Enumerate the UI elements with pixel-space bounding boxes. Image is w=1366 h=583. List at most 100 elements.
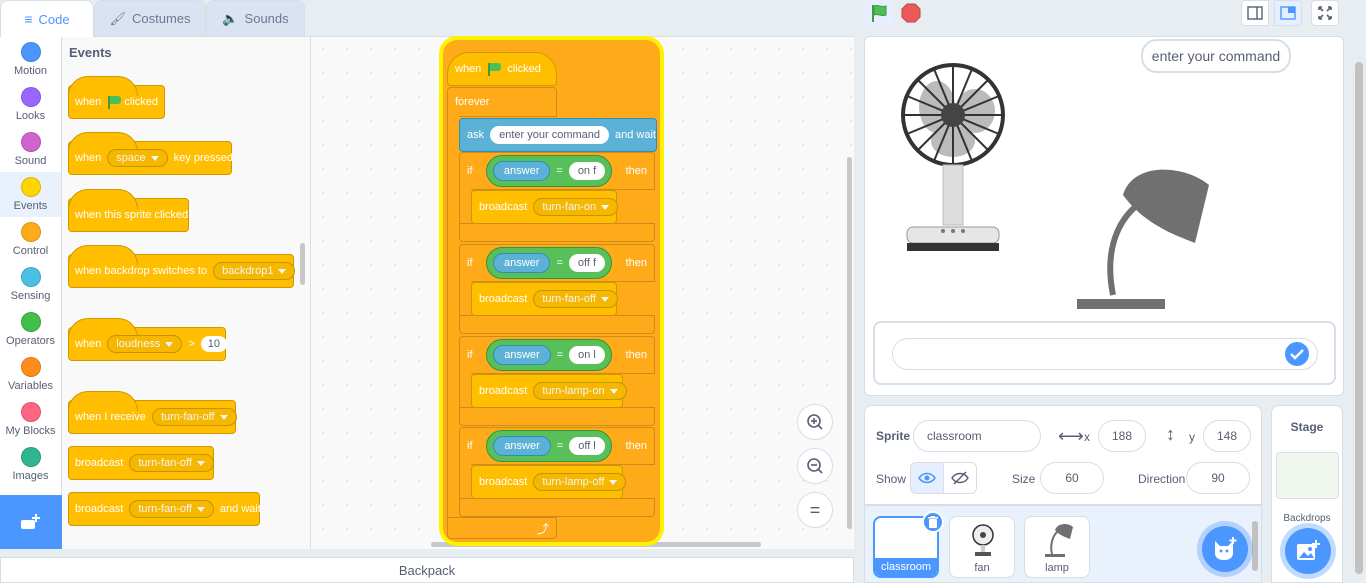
sprite-name-input[interactable]: classroom bbox=[913, 420, 1041, 452]
category-motion[interactable]: Motion bbox=[0, 37, 61, 82]
compare-value-input[interactable]: on l bbox=[569, 346, 605, 364]
large-stage-button[interactable] bbox=[1274, 0, 1302, 26]
stage-target-pane[interactable]: Stage Backdrops bbox=[1271, 405, 1343, 583]
backdrops-label: Backdrops bbox=[1283, 513, 1331, 524]
message-dropdown[interactable]: turn-lamp-off bbox=[533, 473, 627, 491]
script-ask-and-wait[interactable]: ask enter your command and wait bbox=[459, 118, 657, 152]
if-block-2[interactable]: if answer = off f then broadcast turn-fa… bbox=[459, 244, 655, 334]
script-scrollbar-horizontal[interactable] bbox=[431, 542, 761, 547]
fan-sprite[interactable] bbox=[887, 49, 1027, 254]
if-header[interactable]: if answer = off l then bbox=[459, 427, 655, 465]
category-control[interactable]: Control bbox=[0, 217, 61, 262]
broadcast-block[interactable]: broadcast turn-lamp-on bbox=[471, 374, 627, 408]
control-dot-icon bbox=[20, 222, 41, 242]
equals-operator[interactable]: answer = on l bbox=[486, 339, 612, 371]
palette-scrollbar[interactable] bbox=[300, 243, 305, 285]
equals-operator[interactable]: answer = off f bbox=[486, 247, 613, 279]
category-images[interactable]: Images bbox=[0, 442, 61, 487]
when-i-receive-block[interactable]: when I receive turn-fan-off bbox=[68, 391, 237, 434]
delete-sprite-button[interactable] bbox=[922, 511, 944, 533]
category-sensing[interactable]: Sensing bbox=[0, 262, 61, 307]
equals-operator[interactable]: answer = on f bbox=[485, 155, 613, 187]
answer-reporter[interactable]: answer bbox=[493, 253, 551, 273]
message-dropdown[interactable]: turn-fan-off bbox=[533, 290, 618, 308]
answer-reporter[interactable]: answer bbox=[493, 345, 551, 365]
script-scrollbar-vertical[interactable] bbox=[847, 157, 852, 529]
category-sound[interactable]: Sound bbox=[0, 127, 61, 172]
x-position-input[interactable]: 188 bbox=[1098, 420, 1146, 452]
y-position-input[interactable]: 148 bbox=[1203, 420, 1251, 452]
show-visible-button[interactable] bbox=[910, 462, 944, 494]
message-dropdown[interactable]: turn-fan-on bbox=[533, 198, 619, 216]
loudness-value-input[interactable]: 10 bbox=[200, 336, 228, 352]
motion-dot-icon bbox=[20, 42, 41, 62]
if-header[interactable]: if answer = off f then bbox=[459, 244, 655, 282]
zoom-in-button[interactable] bbox=[797, 404, 833, 440]
ask-answer-input[interactable] bbox=[892, 338, 1318, 370]
sprite-list-scrollbar[interactable] bbox=[1252, 521, 1258, 571]
category-operators[interactable]: Operators bbox=[0, 307, 61, 352]
stage[interactable]: enter your command bbox=[864, 36, 1344, 396]
ask-text-input[interactable]: enter your command bbox=[490, 126, 610, 144]
sensor-dropdown[interactable]: loudness bbox=[107, 335, 183, 353]
tab-costumes[interactable]: 🖌 Costumes bbox=[94, 0, 206, 36]
when-loudness-block[interactable]: when loudness > 10 bbox=[68, 318, 228, 361]
when-backdrop-switches-block[interactable]: when backdrop switches to backdrop1 bbox=[68, 245, 296, 288]
if-block-4[interactable]: if answer = off l then broadcast turn-la… bbox=[459, 427, 655, 517]
when-sprite-clicked-block[interactable]: when this sprite clicked bbox=[68, 189, 189, 232]
broadcast-block[interactable]: broadcast turn-fan-off bbox=[68, 446, 214, 480]
tab-code[interactable]: ≡ Code bbox=[0, 0, 94, 37]
backpack[interactable]: Backpack bbox=[0, 557, 854, 583]
show-hidden-button[interactable] bbox=[943, 462, 977, 494]
direction-input[interactable]: 90 bbox=[1186, 462, 1250, 494]
fullscreen-button[interactable] bbox=[1311, 0, 1339, 26]
answer-reporter[interactable]: answer bbox=[493, 436, 551, 456]
answer-reporter[interactable]: answer bbox=[492, 161, 551, 181]
page-scrollbar[interactable] bbox=[1355, 62, 1363, 574]
compare-value-input[interactable]: off f bbox=[568, 254, 606, 272]
when-key-pressed-block[interactable]: when space key pressed bbox=[68, 132, 233, 175]
if-header[interactable]: if answer = on l then bbox=[459, 336, 655, 374]
message-dropdown[interactable]: turn-lamp-on bbox=[533, 382, 627, 400]
stop-button[interactable] bbox=[900, 2, 922, 24]
choose-sprite-button[interactable] bbox=[1202, 526, 1248, 572]
sprite-tile-fan[interactable]: fan bbox=[949, 516, 1015, 578]
backdrop-thumbnail[interactable] bbox=[1276, 452, 1339, 499]
tab-sounds[interactable]: 🔈 Sounds bbox=[206, 0, 305, 36]
show-label: Show bbox=[876, 472, 907, 486]
broadcast-block[interactable]: broadcast turn-fan-off bbox=[471, 282, 618, 316]
script-forever[interactable]: forever bbox=[447, 87, 557, 117]
zoom-reset-icon: = bbox=[809, 499, 821, 520]
broadcast-block[interactable]: broadcast turn-lamp-off bbox=[471, 465, 627, 499]
category-variables[interactable]: Variables bbox=[0, 352, 61, 397]
y-value: 148 bbox=[1216, 429, 1238, 443]
broadcast-and-wait-block[interactable]: broadcast turn-fan-off and wait bbox=[68, 492, 261, 526]
when-flag-clicked-block[interactable]: when clicked bbox=[68, 76, 165, 119]
compare-value-input[interactable]: on f bbox=[568, 162, 606, 180]
submit-answer-button[interactable] bbox=[1285, 342, 1309, 366]
if-block-3[interactable]: if answer = on l then broadcast turn-lam… bbox=[459, 336, 655, 426]
add-extension-button[interactable] bbox=[0, 495, 62, 549]
script-when-flag-clicked[interactable]: when clicked bbox=[447, 52, 557, 86]
zoom-reset-button[interactable]: = bbox=[797, 492, 833, 528]
backdrop-dropdown[interactable]: backdrop1 bbox=[213, 262, 296, 280]
key-dropdown[interactable]: space bbox=[107, 149, 168, 167]
size-input[interactable]: 60 bbox=[1040, 462, 1104, 494]
category-looks[interactable]: Looks bbox=[0, 82, 61, 127]
broadcast-block[interactable]: broadcast turn-fan-on bbox=[471, 190, 619, 224]
equals-operator[interactable]: answer = off l bbox=[486, 430, 612, 462]
message-dropdown[interactable]: turn-fan-off bbox=[151, 408, 237, 426]
if-header[interactable]: if answer = on f then bbox=[459, 152, 655, 190]
zoom-out-button[interactable] bbox=[797, 448, 833, 484]
compare-value-input[interactable]: off l bbox=[569, 437, 605, 455]
message-dropdown[interactable]: turn-fan-off bbox=[129, 454, 214, 472]
small-stage-button[interactable] bbox=[1241, 0, 1269, 26]
category-events[interactable]: Events bbox=[0, 172, 61, 217]
lamp-sprite[interactable] bbox=[1075, 165, 1215, 313]
message-dropdown[interactable]: turn-fan-off bbox=[129, 500, 214, 518]
category-my-blocks[interactable]: My Blocks bbox=[0, 397, 61, 442]
if-block-1[interactable]: if answer = on f then broadcast turn-fan… bbox=[459, 152, 655, 242]
sprite-tile-lamp[interactable]: lamp bbox=[1024, 516, 1090, 578]
choose-backdrop-button[interactable] bbox=[1285, 528, 1331, 574]
green-flag-button[interactable] bbox=[864, 0, 894, 26]
